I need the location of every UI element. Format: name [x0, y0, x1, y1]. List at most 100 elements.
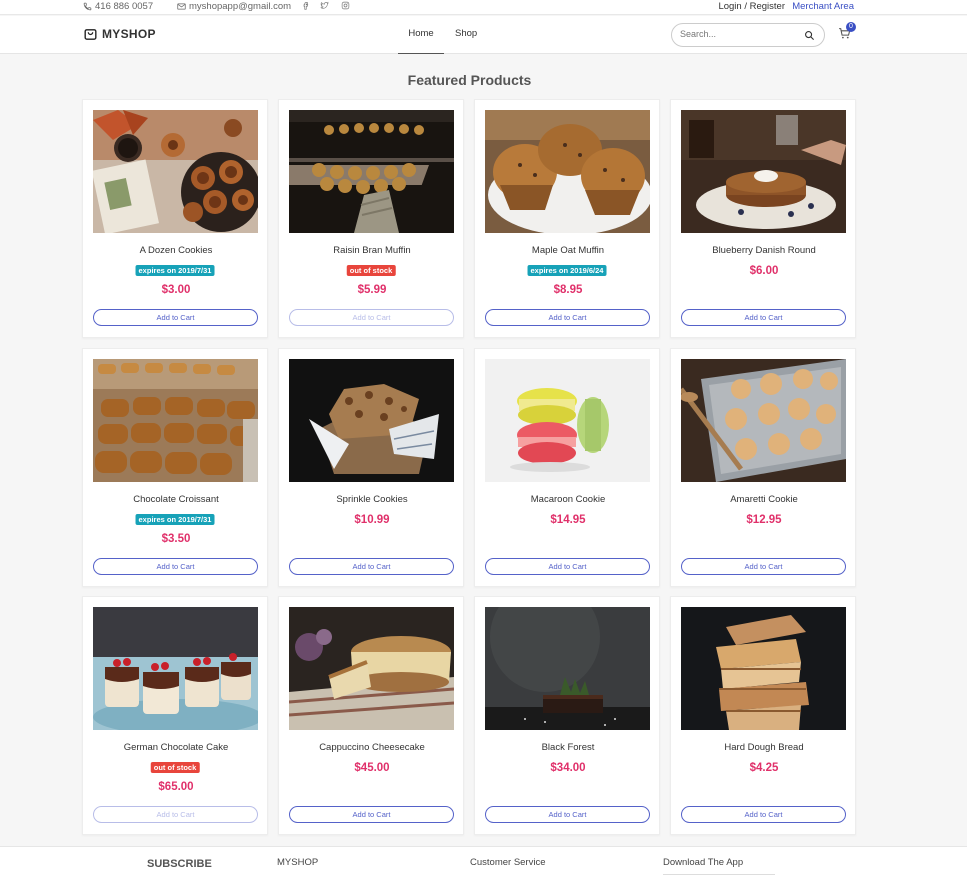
- search-input[interactable]: [680, 29, 800, 39]
- product-card[interactable]: Chocolate Croissant expires on 2019/7/31…: [82, 348, 268, 587]
- search-box: [671, 23, 825, 47]
- expiry-badge: expires on 2019/6/24: [527, 265, 607, 276]
- footer-customer-service-heading: Customer Service: [470, 857, 546, 868]
- expiry-badge: expires on 2019/7/31: [135, 265, 215, 276]
- product-name[interactable]: Black Forest: [475, 742, 661, 753]
- facebook-icon: [303, 2, 309, 10]
- product-name[interactable]: Blueberry Danish Round: [671, 245, 857, 256]
- product-price: $45.00: [354, 762, 390, 774]
- add-to-cart-button[interactable]: Add to Cart: [681, 806, 846, 823]
- product-price: $14.95: [550, 514, 586, 526]
- product-name[interactable]: A Dozen Cookies: [83, 245, 269, 256]
- email-info[interactable]: myshopapp@gmail.com: [177, 1, 291, 12]
- twitter-icon: [320, 1, 329, 9]
- product-image[interactable]: [289, 110, 454, 233]
- black-forest-photo: [485, 607, 650, 730]
- product-card[interactable]: Raisin Bran Muffin out of stock $5.99 Ad…: [278, 99, 464, 338]
- macarons-photo: [485, 359, 650, 482]
- product-card[interactable]: Maple Oat Muffin expires on 2019/6/24 $8…: [474, 99, 660, 338]
- facebook-link[interactable]: [301, 1, 310, 10]
- product-price: $4.25: [749, 762, 779, 774]
- product-price: $34.00: [550, 762, 586, 774]
- brand-logo[interactable]: MYSHOP: [83, 26, 156, 41]
- footer: SUBSCRIBE MYSHOP Customer Service Downlo…: [0, 846, 967, 876]
- product-image[interactable]: [93, 607, 258, 730]
- muffins-oven-photo: [289, 110, 454, 233]
- product-image[interactable]: [93, 110, 258, 233]
- product-price: $10.99: [354, 514, 390, 526]
- product-name[interactable]: Chocolate Croissant: [83, 494, 269, 505]
- product-price: $3.50: [161, 533, 191, 545]
- instagram-icon: [341, 1, 350, 10]
- search-icon[interactable]: [804, 30, 815, 41]
- product-card[interactable]: Sprinkle Cookies $10.99 Add to Cart: [278, 348, 464, 587]
- pancakes-photo: [681, 110, 846, 233]
- login-register-link[interactable]: Login / Register: [718, 1, 785, 12]
- add-to-cart-button[interactable]: Add to Cart: [93, 558, 258, 575]
- section-title: Featured Products: [407, 72, 532, 88]
- email-address: myshopapp@gmail.com: [189, 1, 292, 12]
- add-to-cart-button[interactable]: Add to Cart: [93, 806, 258, 823]
- product-image[interactable]: [485, 110, 650, 233]
- add-to-cart-button[interactable]: Add to Cart: [289, 806, 454, 823]
- envelope-icon: [177, 3, 186, 10]
- product-image[interactable]: [485, 607, 650, 730]
- cinnamon-rolls-photo: [93, 110, 258, 233]
- cart-count-badge: 0: [846, 22, 856, 32]
- product-price: $8.95: [553, 284, 583, 296]
- product-name[interactable]: Raisin Bran Muffin: [279, 245, 465, 256]
- product-card[interactable]: Hard Dough Bread $4.25 Add to Cart: [670, 596, 856, 835]
- add-to-cart-button[interactable]: Add to Cart: [485, 309, 650, 326]
- amaretti-cookies-photo: [681, 359, 846, 482]
- product-card[interactable]: Cappuccino Cheesecake $45.00 Add to Cart: [278, 596, 464, 835]
- product-image[interactable]: [485, 359, 650, 482]
- add-to-cart-button[interactable]: Add to Cart: [289, 309, 454, 326]
- cheesecake-photo: [289, 607, 454, 730]
- product-image[interactable]: [93, 359, 258, 482]
- croissants-photo: [93, 359, 258, 482]
- top-bar: 416 886 0057 myshopapp@gmail.com Login /…: [0, 0, 967, 15]
- product-card[interactable]: Black Forest $34.00 Add to Cart: [474, 596, 660, 835]
- footer-divider: [663, 874, 775, 875]
- product-name[interactable]: German Chocolate Cake: [83, 742, 269, 753]
- product-card[interactable]: Amaretti Cookie $12.95 Add to Cart: [670, 348, 856, 587]
- product-image[interactable]: [681, 110, 846, 233]
- cart-button[interactable]: 0: [838, 22, 856, 41]
- product-price: $12.95: [746, 514, 782, 526]
- add-to-cart-button[interactable]: Add to Cart: [681, 309, 846, 326]
- merchant-area-link[interactable]: Merchant Area: [792, 1, 854, 12]
- product-image[interactable]: [681, 359, 846, 482]
- product-name[interactable]: Amaretti Cookie: [671, 494, 857, 505]
- nav-shop-link[interactable]: Shop: [455, 28, 477, 39]
- add-to-cart-button[interactable]: Add to Cart: [93, 309, 258, 326]
- instagram-link[interactable]: [341, 1, 350, 10]
- footer-myshop-heading: MYSHOP: [277, 857, 319, 868]
- main-navbar: MYSHOP Home Shop 0: [0, 16, 967, 54]
- product-price: $6.00: [749, 265, 779, 277]
- add-to-cart-button[interactable]: Add to Cart: [289, 558, 454, 575]
- product-card[interactable]: Blueberry Danish Round $6.00 Add to Cart: [670, 99, 856, 338]
- add-to-cart-button[interactable]: Add to Cart: [681, 558, 846, 575]
- product-name[interactable]: Macaroon Cookie: [475, 494, 661, 505]
- nav-home-link[interactable]: Home: [398, 28, 444, 54]
- add-to-cart-button[interactable]: Add to Cart: [485, 558, 650, 575]
- product-card[interactable]: German Chocolate Cake out of stock $65.0…: [82, 596, 268, 835]
- product-name[interactable]: Sprinkle Cookies: [279, 494, 465, 505]
- product-price: $5.99: [357, 284, 387, 296]
- add-to-cart-button[interactable]: Add to Cart: [485, 806, 650, 823]
- product-price: $65.00: [158, 781, 194, 793]
- product-image[interactable]: [289, 607, 454, 730]
- sprinkle-cookies-photo: [289, 359, 454, 482]
- twitter-link[interactable]: [320, 1, 329, 10]
- product-card[interactable]: Macaroon Cookie $14.95 Add to Cart: [474, 348, 660, 587]
- product-name[interactable]: Cappuccino Cheesecake: [279, 742, 465, 753]
- product-card[interactable]: A Dozen Cookies expires on 2019/7/31 $3.…: [82, 99, 268, 338]
- product-name[interactable]: Maple Oat Muffin: [475, 245, 661, 256]
- shopping-bag-icon: [84, 29, 97, 40]
- product-name[interactable]: Hard Dough Bread: [671, 742, 857, 753]
- bread-stack-photo: [681, 607, 846, 730]
- footer-download-app-heading: Download The App: [663, 857, 744, 868]
- out-of-stock-badge: out of stock: [346, 265, 396, 276]
- product-image[interactable]: [681, 607, 846, 730]
- product-image[interactable]: [289, 359, 454, 482]
